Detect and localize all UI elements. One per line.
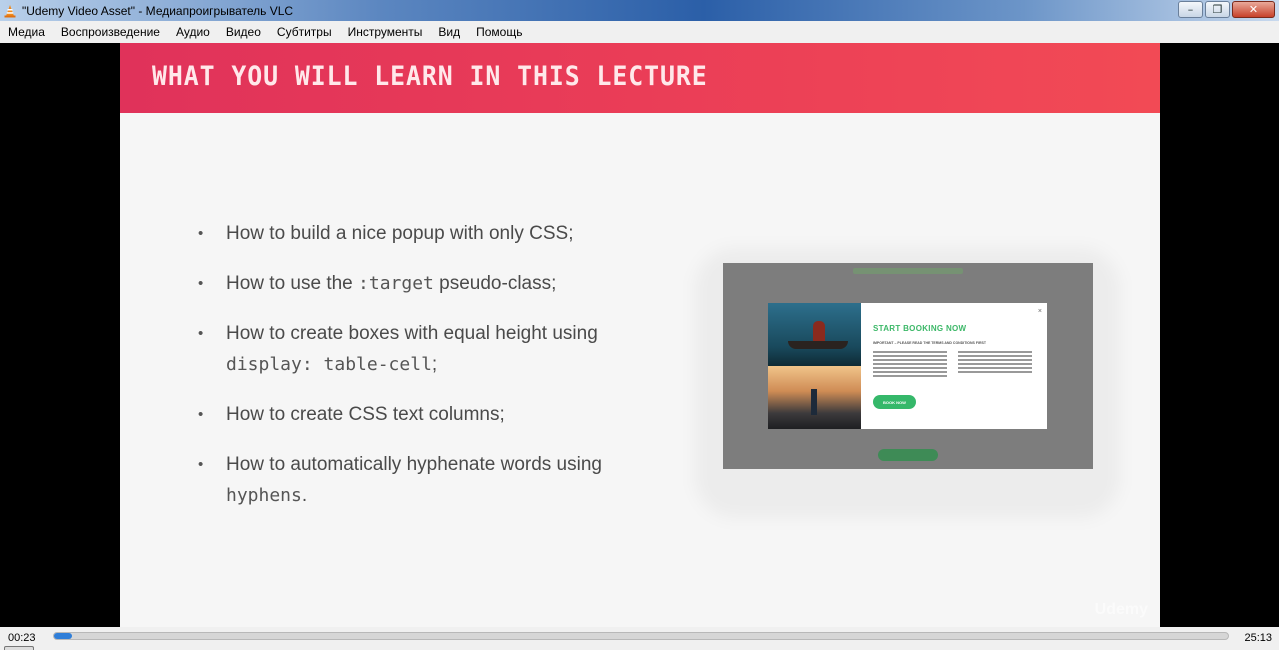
elapsed-time: 00:23 [8, 632, 36, 644]
menu-tools[interactable]: Инструменты [348, 25, 423, 39]
play-button[interactable] [4, 646, 34, 650]
bullet-text-post: pseudo-class; [433, 273, 557, 294]
popup-close-icon: × [1037, 308, 1042, 315]
bullet-text-post: . [301, 485, 308, 506]
menu-media[interactable]: Медиа [8, 25, 45, 39]
bullet-code: hyphens [226, 485, 302, 506]
seek-bar[interactable] [53, 632, 1229, 640]
popup-book-button: BOOK NOW [873, 395, 916, 409]
bullet-text: How to create boxes with equal height us… [226, 323, 598, 344]
close-button[interactable]: ✕ [1232, 1, 1275, 18]
restore-button[interactable]: ❐ [1205, 1, 1230, 18]
menu-view[interactable]: Вид [438, 25, 460, 39]
popup-preview-image: × START BOOKING NOW IMPORTANT – PLEASE R… [723, 263, 1093, 469]
playback-controls: 00:23 25:13 [0, 627, 1279, 650]
canoe-photo [768, 303, 861, 366]
slide-title: WHAT YOU WILL LEARN IN THIS LECTURE [152, 61, 708, 92]
video-area[interactable]: WHAT YOU WILL LEARN IN THIS LECTURE • Ho… [0, 43, 1279, 627]
bullet-item: • How to build a nice popup with only CS… [198, 218, 678, 249]
bullet-list: • How to build a nice popup with only CS… [198, 218, 678, 530]
popup-text-column [958, 351, 1032, 375]
total-time: 25:13 [1244, 632, 1272, 644]
menu-help[interactable]: Помощь [476, 25, 522, 39]
bullet-dot: • [198, 275, 204, 292]
canoe-shape [788, 341, 848, 349]
menu-audio[interactable]: Аудио [176, 25, 210, 39]
popup-title: START BOOKING NOW [873, 324, 967, 333]
vlc-cone-icon [3, 4, 17, 18]
bullet-text-post: ; [431, 354, 438, 375]
popup-text-column [873, 351, 947, 379]
bullet-text: How to use the [226, 273, 359, 294]
bullet-text: How to build a nice popup with only CSS; [226, 223, 574, 244]
bullet-item: • How to create CSS text columns; [198, 399, 678, 430]
slide-header: WHAT YOU WILL LEARN IN THIS LECTURE [120, 43, 1160, 113]
menu-video[interactable]: Видео [226, 25, 261, 39]
bullet-item: • How to automatically hyphenate words u… [198, 449, 678, 511]
bullet-text: How to automatically hyphenate words usi… [226, 454, 602, 475]
title-bar: "Udemy Video Asset" - Медиапроигрыватель… [0, 0, 1279, 21]
bullet-text: How to create CSS text columns; [226, 404, 505, 425]
bullet-code: :target [358, 273, 434, 294]
udemy-watermark: Udemy [1094, 601, 1148, 618]
menu-playback[interactable]: Воспроизведение [61, 25, 160, 39]
lecture-slide: WHAT YOU WILL LEARN IN THIS LECTURE • Ho… [120, 43, 1160, 627]
popup-mockup: × START BOOKING NOW IMPORTANT – PLEASE R… [768, 303, 1047, 429]
bullet-dot: • [198, 225, 204, 242]
minimize-button[interactable]: – [1178, 1, 1203, 18]
bullet-dot: • [198, 456, 204, 473]
popup-subtitle: IMPORTANT – PLEASE READ THE TERMS AND CO… [873, 341, 986, 345]
menu-subtitles[interactable]: Субтитры [277, 25, 332, 39]
bullet-dot: • [198, 325, 204, 342]
preview-background-button [878, 449, 938, 461]
hiker-shape [811, 389, 817, 415]
bullet-code: display: table-cell [226, 354, 432, 375]
bullet-item: • How to create boxes with equal height … [198, 318, 678, 380]
bullet-dot: • [198, 406, 204, 423]
person-shape [813, 321, 825, 343]
menu-bar: Медиа Воспроизведение Аудио Видео Субтит… [0, 21, 1279, 43]
bullet-item: • How to use the :target pseudo-class; [198, 268, 678, 299]
window-title: "Udemy Video Asset" - Медиапроигрыватель… [22, 3, 294, 18]
seek-progress [54, 633, 72, 639]
window-controls: – ❐ ✕ [1178, 1, 1275, 18]
preview-background-heading [853, 268, 963, 274]
mountain-photo [768, 366, 861, 429]
